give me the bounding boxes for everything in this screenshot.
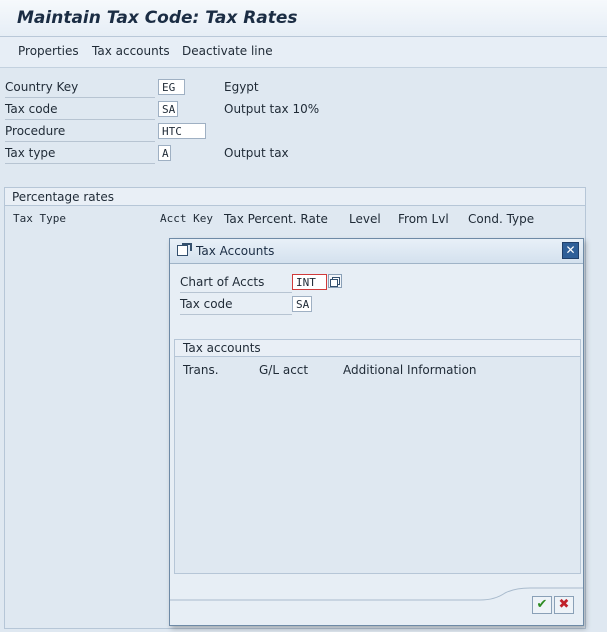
- percentage-rates-title: Percentage rates: [5, 188, 585, 206]
- tax-code-field[interactable]: SA: [158, 101, 178, 117]
- country-key-field[interactable]: EG: [158, 79, 185, 95]
- dialog-footer-divider: [170, 587, 583, 601]
- tax-type-description: Output tax: [224, 146, 289, 160]
- column-header-from-lvl: From Lvl: [398, 212, 449, 226]
- dialog-tax-code-field[interactable]: SA: [292, 296, 312, 312]
- country-key-label: Country Key: [5, 77, 155, 98]
- deactivate-line-button[interactable]: Deactivate line: [182, 44, 273, 58]
- country-key-description: Egypt: [224, 80, 259, 94]
- tax-code-label: Tax code: [5, 99, 155, 120]
- column-header-acct-key: Acct Key: [160, 212, 213, 225]
- tax-type-label: Tax type: [5, 143, 155, 164]
- column-header-tax-percent-rate: Tax Percent. Rate: [224, 212, 328, 226]
- tax-accounts-dialog: Tax Accounts ✕ Chart of Accts INT Tax co…: [169, 238, 584, 626]
- cancel-x-icon[interactable]: ✖: [554, 596, 574, 614]
- dialog-tax-code-label: Tax code: [180, 294, 292, 315]
- properties-button[interactable]: Properties: [18, 44, 79, 58]
- column-header-level: Level: [349, 212, 381, 226]
- column-header-trans: Trans.: [183, 363, 219, 377]
- tax-accounts-group-title: Tax accounts: [175, 340, 580, 357]
- dialog-title-bar: Tax Accounts ✕: [170, 239, 583, 264]
- chart-of-accts-field[interactable]: INT: [292, 274, 327, 290]
- procedure-label: Procedure: [5, 121, 155, 142]
- tax-code-description: Output tax 10%: [224, 102, 320, 116]
- column-header-tax-type: Tax Type: [13, 212, 66, 225]
- column-header-additional-information: Additional Information: [343, 363, 477, 377]
- checkmark-icon[interactable]: ✔: [532, 596, 552, 614]
- close-icon[interactable]: ✕: [562, 242, 579, 259]
- procedure-field[interactable]: HTC: [158, 123, 206, 139]
- tax-type-field[interactable]: A: [158, 145, 171, 161]
- application-toolbar: Properties Tax accounts Deactivate line: [0, 37, 607, 68]
- value-help-icon[interactable]: [328, 274, 342, 288]
- page-title: Maintain Tax Code: Tax Rates: [17, 8, 298, 28]
- chart-of-accts-label: Chart of Accts: [180, 272, 292, 293]
- external-window-icon: [177, 243, 192, 256]
- column-header-gl-acct: G/L acct: [259, 363, 309, 377]
- column-header-cond-type: Cond. Type: [468, 212, 535, 226]
- window-title-bar: Maintain Tax Code: Tax Rates: [0, 0, 607, 37]
- dialog-title: Tax Accounts: [196, 244, 275, 258]
- tax-accounts-button[interactable]: Tax accounts: [92, 44, 170, 58]
